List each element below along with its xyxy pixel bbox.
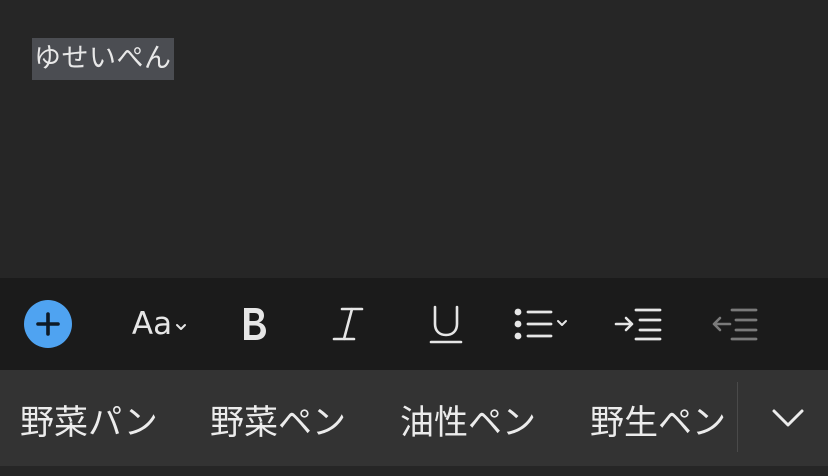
chevron-down-icon bbox=[176, 324, 187, 330]
insert-button[interactable] bbox=[22, 278, 74, 370]
plus-icon bbox=[24, 300, 72, 348]
candidate-item[interactable]: 野菜パン bbox=[20, 370, 158, 466]
expand-candidates-button[interactable] bbox=[748, 370, 828, 466]
candidate-item[interactable]: 野生ペン bbox=[590, 370, 738, 466]
underline-icon bbox=[429, 305, 463, 344]
bold-icon bbox=[244, 308, 266, 340]
bold-button[interactable] bbox=[226, 278, 282, 370]
text-style-button[interactable]: Aa bbox=[122, 278, 198, 370]
candidate-item[interactable]: 野菜ペン bbox=[210, 370, 346, 466]
bulleted-list-icon bbox=[514, 308, 567, 340]
text-style-label: Aa bbox=[131, 306, 173, 342]
indent-icon bbox=[614, 308, 662, 341]
chevron-down-icon bbox=[772, 409, 804, 427]
list-button[interactable] bbox=[508, 278, 576, 370]
format-toolbar: Aa bbox=[0, 278, 828, 370]
candidate-divider bbox=[737, 382, 738, 452]
outdent-icon bbox=[712, 308, 758, 341]
italic-button[interactable] bbox=[320, 278, 376, 370]
candidate-item[interactable]: 油性ペン bbox=[400, 370, 536, 466]
italic-icon bbox=[332, 307, 364, 341]
underline-button[interactable] bbox=[418, 278, 474, 370]
candidate-bar: 野菜パン 野菜ペン 油性ペン 野生ペン bbox=[0, 370, 828, 466]
outdent-button[interactable] bbox=[704, 278, 764, 370]
composing-text: ゆせいぺん bbox=[32, 38, 174, 80]
indent-button[interactable] bbox=[608, 278, 668, 370]
editor-area[interactable]: ゆせいぺん bbox=[0, 0, 828, 278]
